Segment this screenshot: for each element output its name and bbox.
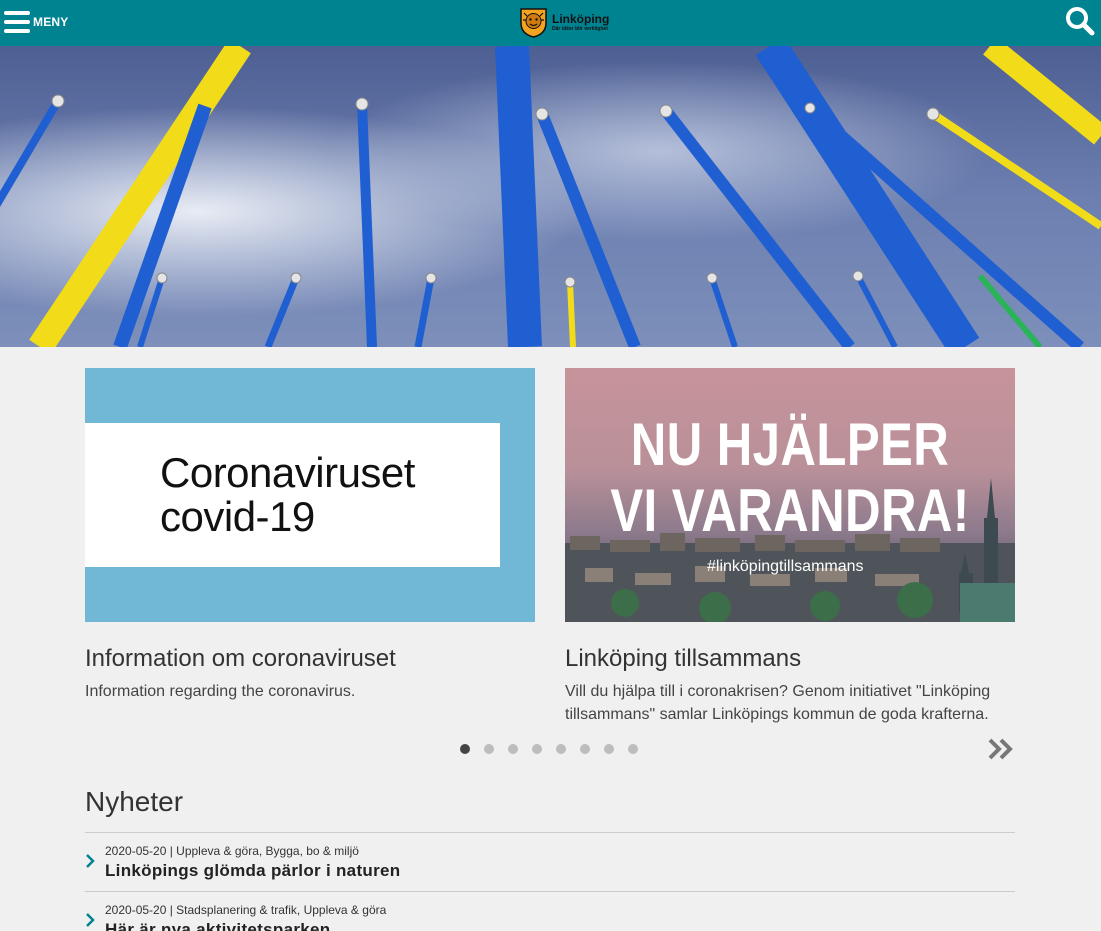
hero-image bbox=[0, 46, 1101, 347]
tillsammans-image-line-1: NU HJÄLPER bbox=[630, 411, 950, 478]
logo-slogan: Där idéer blir verklighet bbox=[552, 25, 608, 32]
corona-card-description: Information regarding the coronavirus. bbox=[85, 683, 356, 700]
carousel-dot[interactable] bbox=[628, 744, 638, 754]
news-heading: Nyheter bbox=[85, 786, 184, 817]
site-header: MENY Linköping Där idéer blir verklighet bbox=[0, 0, 1101, 46]
carousel-dot[interactable] bbox=[484, 744, 494, 754]
logo-name: Linköping bbox=[552, 11, 610, 26]
carousel-dot[interactable] bbox=[508, 744, 518, 754]
news-list: 2020-05-20 | Uppleva & göra, Bygga, bo &… bbox=[85, 832, 1015, 931]
chevron-right-icon bbox=[86, 854, 95, 868]
carousel-dot[interactable] bbox=[532, 744, 542, 754]
carousel-dot[interactable] bbox=[556, 744, 566, 754]
corona-image-text: Coronaviruset covid-19 bbox=[160, 449, 415, 540]
tillsammans-image-line-2: VI VARANDRA! bbox=[610, 477, 970, 544]
double-chevron-right-icon[interactable] bbox=[987, 738, 1015, 760]
tillsammans-card-description: Vill du hjälpa till i coronakrisen? Geno… bbox=[565, 683, 991, 723]
tillsammans-card-title[interactable]: Linköping tillsammans bbox=[565, 644, 1015, 674]
tillsammans-card-image[interactable]: NU HJÄLPER VI VARANDRA! #linköpingtillsa… bbox=[565, 368, 1015, 622]
news-item-title[interactable]: Linköpings glömda pärlor i naturen bbox=[105, 861, 400, 881]
tillsammans-hashtag: #linköpingtillsammans bbox=[707, 558, 864, 575]
menu-button[interactable]: MENY bbox=[4, 8, 68, 36]
carousel-dots bbox=[460, 744, 652, 754]
menu-label: MENY bbox=[33, 15, 69, 29]
hamburger-icon bbox=[4, 11, 30, 33]
news-item[interactable]: 2020-05-20 | Uppleva & göra, Bygga, bo &… bbox=[85, 832, 1015, 891]
lion-crest-icon bbox=[520, 7, 547, 38]
carousel-dot[interactable] bbox=[460, 744, 470, 754]
feature-card-tillsammans: NU HJÄLPER VI VARANDRA! #linköpingtillsa… bbox=[565, 368, 1015, 726]
carousel-dot[interactable] bbox=[604, 744, 614, 754]
search-icon[interactable] bbox=[1064, 5, 1096, 37]
carousel-dot[interactable] bbox=[580, 744, 590, 754]
news-item-meta: 2020-05-20 | Uppleva & göra, Bygga, bo &… bbox=[105, 844, 359, 858]
chevron-right-icon bbox=[86, 913, 95, 927]
news-item[interactable]: 2020-05-20 | Stadsplanering & trafik, Up… bbox=[85, 891, 1015, 931]
site-logo[interactable]: Linköping Där idéer blir verklighet bbox=[518, 6, 609, 38]
news-item-meta: 2020-05-20 | Stadsplanering & trafik, Up… bbox=[105, 903, 387, 917]
corona-card-title[interactable]: Information om coronaviruset bbox=[85, 644, 535, 674]
feature-card-corona: Coronaviruset covid-19 Information om co… bbox=[85, 368, 535, 703]
news-item-title[interactable]: Här är nya aktivitetsparken bbox=[105, 920, 330, 931]
corona-card-image[interactable]: Coronaviruset covid-19 bbox=[85, 368, 535, 622]
